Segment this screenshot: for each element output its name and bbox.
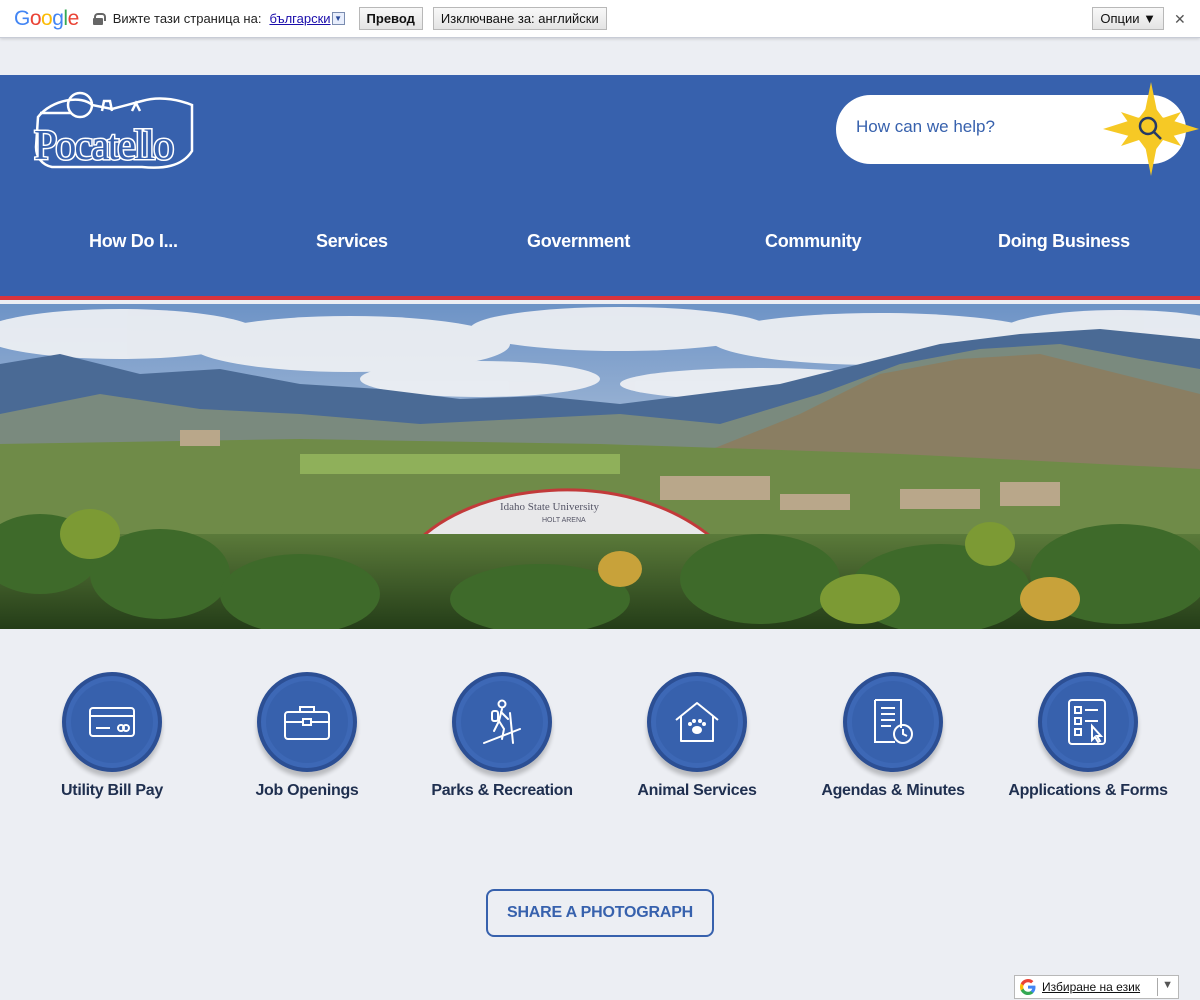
nav-community[interactable]: Community: [765, 231, 862, 252]
document-clock-icon: [874, 699, 913, 744]
site-header: Pocatello How Do I... Services Governmen…: [0, 75, 1200, 300]
briefcase-icon: [284, 706, 330, 740]
translate-button[interactable]: Превод: [358, 7, 423, 30]
view-page-in-label: Вижте тази страница на:: [112, 11, 262, 26]
quick-link-applications-forms[interactable]: Applications & Forms: [998, 672, 1178, 800]
quick-link-label: Utility Bill Pay: [61, 782, 163, 799]
logo-text: Pocatello: [34, 123, 173, 169]
quick-link-job-openings[interactable]: Job Openings: [217, 672, 397, 800]
dropdown-arrow-icon: ▼: [1162, 979, 1173, 991]
share-photograph-button[interactable]: SHARE A PHOTOGRAPH: [486, 889, 714, 937]
hiker-icon: [483, 699, 521, 744]
language-link[interactable]: български: [269, 11, 330, 26]
language-selector-label: Избиране на език: [1042, 980, 1141, 994]
close-icon[interactable]: ✕: [1174, 12, 1188, 26]
google-g-icon: [1020, 979, 1036, 995]
form-checklist-icon: [1068, 699, 1106, 745]
pocatello-logo[interactable]: Pocatello: [32, 91, 197, 171]
language-selector[interactable]: Избиране на език ▼: [1014, 975, 1179, 999]
lock-icon: [92, 12, 106, 25]
quick-link-label: Applications & Forms: [1008, 782, 1168, 799]
quick-link-animal-services[interactable]: Animal Services: [607, 672, 787, 800]
nav-doing-business[interactable]: Doing Business: [998, 231, 1130, 252]
pet-house-icon: [675, 702, 719, 742]
turn-off-button[interactable]: Изключване за: английски: [432, 7, 607, 30]
google-logo: Google: [14, 6, 79, 30]
credit-card-icon: [89, 707, 135, 737]
main-nav: How Do I... Services Government Communit…: [0, 225, 1200, 261]
search-button[interactable]: [1103, 82, 1199, 176]
quick-link-label: Job Openings: [255, 782, 359, 799]
arena-subtitle: HOLT ARENA: [542, 517, 586, 524]
options-button[interactable]: Опции ▼: [1092, 7, 1164, 30]
quick-link-parks-recreation[interactable]: Parks & Recreation: [412, 672, 592, 800]
quick-link-label: Animal Services: [637, 782, 757, 799]
nav-services[interactable]: Services: [316, 231, 388, 252]
translate-bar: Google Вижте тази страница на: български…: [0, 0, 1200, 38]
nav-government[interactable]: Government: [527, 231, 630, 252]
quick-link-label: Parks & Recreation: [431, 782, 573, 799]
hero-image: Idaho State University HOLT ARENA: [0, 304, 1200, 629]
search-input[interactable]: [856, 117, 1096, 137]
quick-link-label: Agendas & Minutes: [821, 782, 965, 799]
arena-title: Idaho State University: [500, 501, 599, 513]
quick-link-utility-bill-pay[interactable]: Utility Bill Pay: [22, 672, 202, 800]
quick-link-agendas-minutes[interactable]: Agendas & Minutes: [803, 672, 983, 800]
language-dropdown-icon[interactable]: ▼: [331, 12, 345, 25]
nav-how-do-i[interactable]: How Do I...: [89, 231, 178, 252]
